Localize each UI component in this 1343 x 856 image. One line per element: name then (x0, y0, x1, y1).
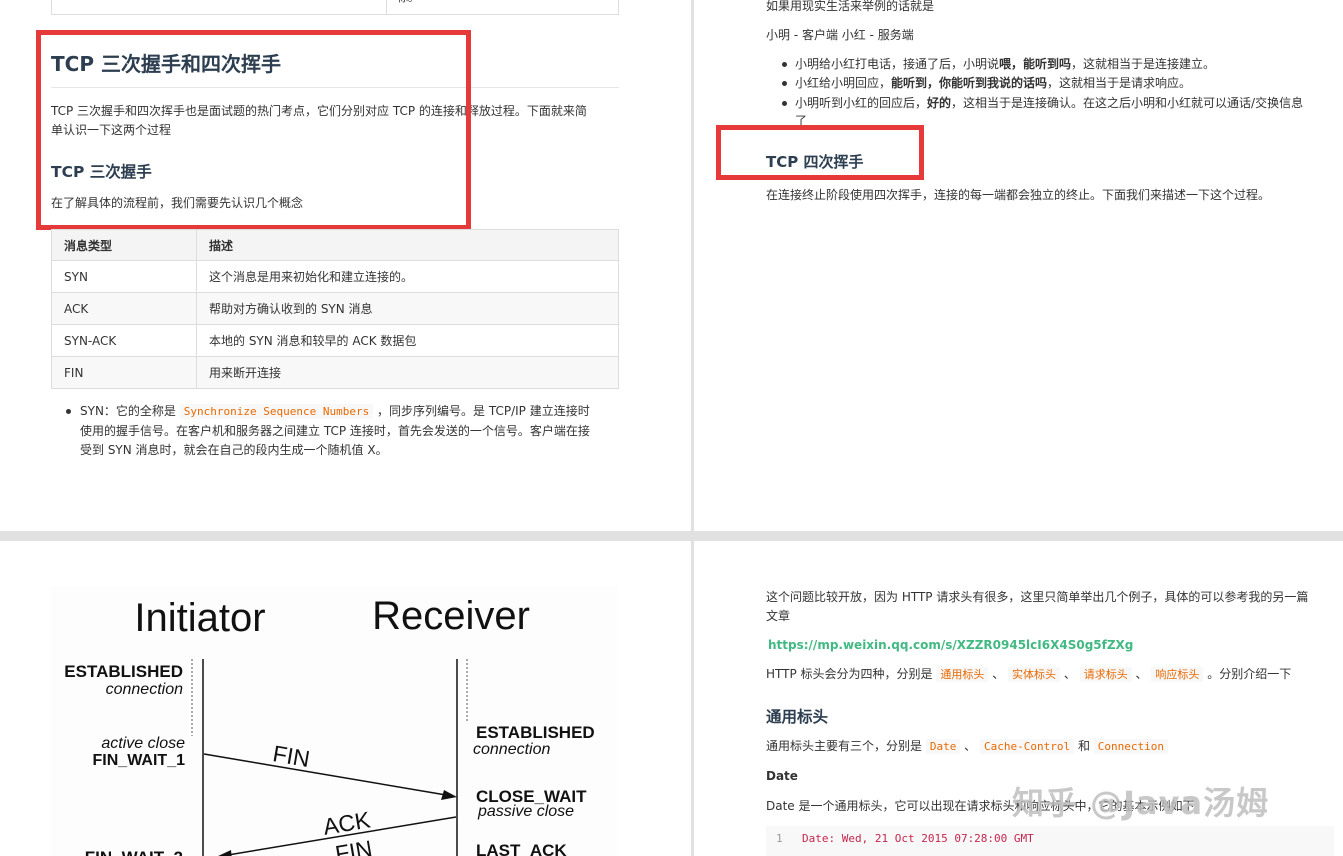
inline-code-date: Date (925, 739, 961, 754)
code-line: Date: Wed, 21 Oct 2015 07:28:00 GMT (802, 832, 1034, 845)
page-bottom-right[interactable]: 这个问题比较开放，因为 HTTP 请求头有很多，这里只简单举出几个例子，具体的可… (694, 541, 1343, 856)
page-gap-horizontal (0, 531, 1343, 541)
separator: 、 (1135, 667, 1148, 681)
list-item-bold: 好的 (927, 96, 952, 110)
code-line-number: 1 (776, 832, 783, 845)
list-item-text: 小红给小明回应， (795, 76, 892, 90)
initiator-label: Initiator (134, 596, 265, 640)
list-item-text: 小明给小红打电话，接通了后，小明说 (795, 57, 1000, 71)
date-heading: Date (766, 769, 798, 783)
table-cell: 本地的 SYN 消息和较早的 ACK 数据包 (196, 324, 619, 357)
zhihu-watermark: 知乎 @Java汤姆 (1012, 784, 1270, 822)
inline-code-general: 通用标头 (936, 667, 989, 682)
table-cell: 用来断开连接 (196, 356, 619, 389)
list-item-text: 小明听到小红的回应后， (795, 96, 928, 110)
page-top-right[interactable]: 如果用现实生活来举例的话就是 小明 - 客户端 小红 - 服务端 小明给小红打电… (694, 0, 1343, 531)
separator: 、 (964, 739, 977, 753)
list-item: 小红给小明回应，能听到，你能听到我说的话吗，这就相当于是请求响应。 (795, 73, 1191, 93)
table-row: ACK 帮助对方确认收到的 SYN 消息 (51, 292, 619, 325)
tcp-four-way-diagram: Initiator Receiver ESTABLISHED connectio… (51, 587, 619, 856)
left-established-label: ESTABLISHED (64, 662, 183, 681)
table-header-row: 消息类型 描述 (51, 229, 619, 261)
active-close-label: active close (101, 735, 185, 752)
table-row: SYN-ACK 本地的 SYN 消息和较早的 ACK 数据包 (51, 324, 619, 357)
separator: 、 (992, 667, 1005, 681)
syn-bullet-line-3: 受到 SYN 消息时，就会在自己的段内生成一个随机值 X。 (80, 443, 388, 457)
table-row: SYN 这个消息是用来初始化和建立连接的。 (51, 260, 619, 293)
table-cell: SYN-ACK (51, 324, 197, 357)
code-block: 1 Date: Wed, 21 Oct 2015 07:28:00 GMT (766, 826, 1334, 856)
message-type-table: 消息类型 描述 SYN 这个消息是用来初始化和建立连接的。 ACK 帮助对方确认… (51, 229, 619, 389)
syn-bullet-pre: SYN：它的全称是 (80, 404, 176, 418)
general-headers-heading: 通用标头 (766, 708, 829, 726)
inline-code-response: 响应标头 (1151, 667, 1204, 682)
bullet-dot (782, 62, 787, 67)
article-link[interactable]: https://mp.weixin.qq.com/s/XZZR0945lcI6X… (768, 635, 1133, 655)
inline-code-entity: 实体标头 (1008, 667, 1061, 682)
list-item-bold: 喂，能听到吗 (999, 57, 1072, 71)
fin-wait-1-label: FIN_WAIT_1 (93, 752, 186, 769)
left-connection-label: connection (106, 681, 183, 698)
table-cell: 这个消息是用来初始化和建立连接的。 (196, 260, 619, 293)
conjunction: 和 (1077, 739, 1090, 753)
list-item-text: ，这就相当于是连接建立。 (1071, 57, 1216, 71)
syn-bullet-post: ，同步序列编号。是 TCP/IP 建立连接时 (377, 404, 590, 418)
four-way-intro: 在连接终止阶段使用四次挥手，连接的每一端都会独立的终止。下面我们来描述一下这个过… (766, 188, 1271, 202)
list-item: 小明听到小红的回应后，好的，这相当于是连接确认。在这之后小明和小红就可以通话/交… (795, 93, 1303, 113)
page-bottom-left[interactable]: Initiator Receiver ESTABLISHED connectio… (0, 541, 691, 856)
inline-code-cache-control: Cache-Control (980, 739, 1075, 754)
list-item-text: ，这相当于是连接确认。在这之后小明和小红就可以通话/交换信息 (951, 96, 1304, 110)
separator: 、 (1063, 667, 1076, 681)
list-item-text: ，这就相当于是请求响应。 (1047, 76, 1192, 90)
header-types-post: 。分别介绍一下 (1207, 667, 1292, 681)
list-item-bold: 能听到，你能听到我说的话吗 (891, 76, 1048, 90)
inline-code-synchronize: Synchronize Sequence Numbers (179, 404, 374, 419)
bullet-dot (66, 409, 71, 414)
table-row: FIN 用来断开连接 (51, 356, 619, 389)
previous-table-text: 标。 (397, 0, 419, 8)
syn-bullet-line-1: SYN：它的全称是 Synchronize Sequence Numbers ，… (80, 401, 590, 422)
header-types-line: HTTP 标头会分为四种，分别是 通用标头 、 实体标头 、 请求标头 、 响应… (766, 664, 1291, 685)
general-headers-line: 通用标头主要有三个，分别是 Date 、 Cache-Control 和 Con… (766, 736, 1169, 757)
column-header-type: 消息类型 (51, 229, 197, 261)
sub-heading-four-way: TCP 四次挥手 (766, 153, 864, 171)
receiver-label: Receiver (372, 594, 530, 638)
list-item: 小明给小红打电话，接通了后，小明说喂，能听到吗，这就相当于是连接建立。 (795, 54, 1215, 74)
column-header-desc: 描述 (196, 229, 619, 261)
bullet-dot (782, 81, 787, 86)
passive-close-label: passive close (477, 803, 574, 820)
general-headers-pre: 通用标头主要有三个，分别是 (766, 739, 923, 753)
roles-line: 小明 - 客户端 小红 - 服务端 (766, 28, 914, 42)
inline-code-request: 请求标头 (1079, 667, 1132, 682)
table-cell: FIN (51, 356, 197, 389)
page-top-left[interactable]: 标。 TCP 三次握手和四次挥手 TCP 三次握手和四次挥手也是面试题的热门考点… (0, 0, 691, 531)
right-established-label: ESTABLISHED (476, 723, 595, 742)
last-ack-label: LAST_ACK (476, 841, 567, 856)
header-types-pre: HTTP 标头会分为四种，分别是 (766, 667, 933, 681)
right-connection-label: connection (473, 741, 550, 758)
inline-code-connection: Connection (1093, 739, 1169, 754)
previous-table-fragment: 标。 (51, 0, 619, 15)
bullet-dot (782, 101, 787, 106)
table-cell: 帮助对方确认收到的 SYN 消息 (196, 292, 619, 325)
fin-wait-2-label: FIN_WAIT_2 (85, 848, 183, 856)
syn-bullet-line-2: 使用的握手信号。在客户机和服务器之间建立 TCP 连接时，首先会发送的一个信号。… (80, 424, 590, 438)
table-cell: SYN (51, 260, 197, 293)
real-life-example-intro: 如果用现实生活来举例的话就是 (766, 0, 935, 13)
http-headers-intro-2: 文章 (766, 609, 791, 623)
table-cell: ACK (51, 292, 197, 325)
http-headers-intro-1: 这个问题比较开放，因为 HTTP 请求头有很多，这里只简单举出几个例子，具体的可… (766, 590, 1309, 604)
highlight-box-handshake (36, 30, 471, 230)
